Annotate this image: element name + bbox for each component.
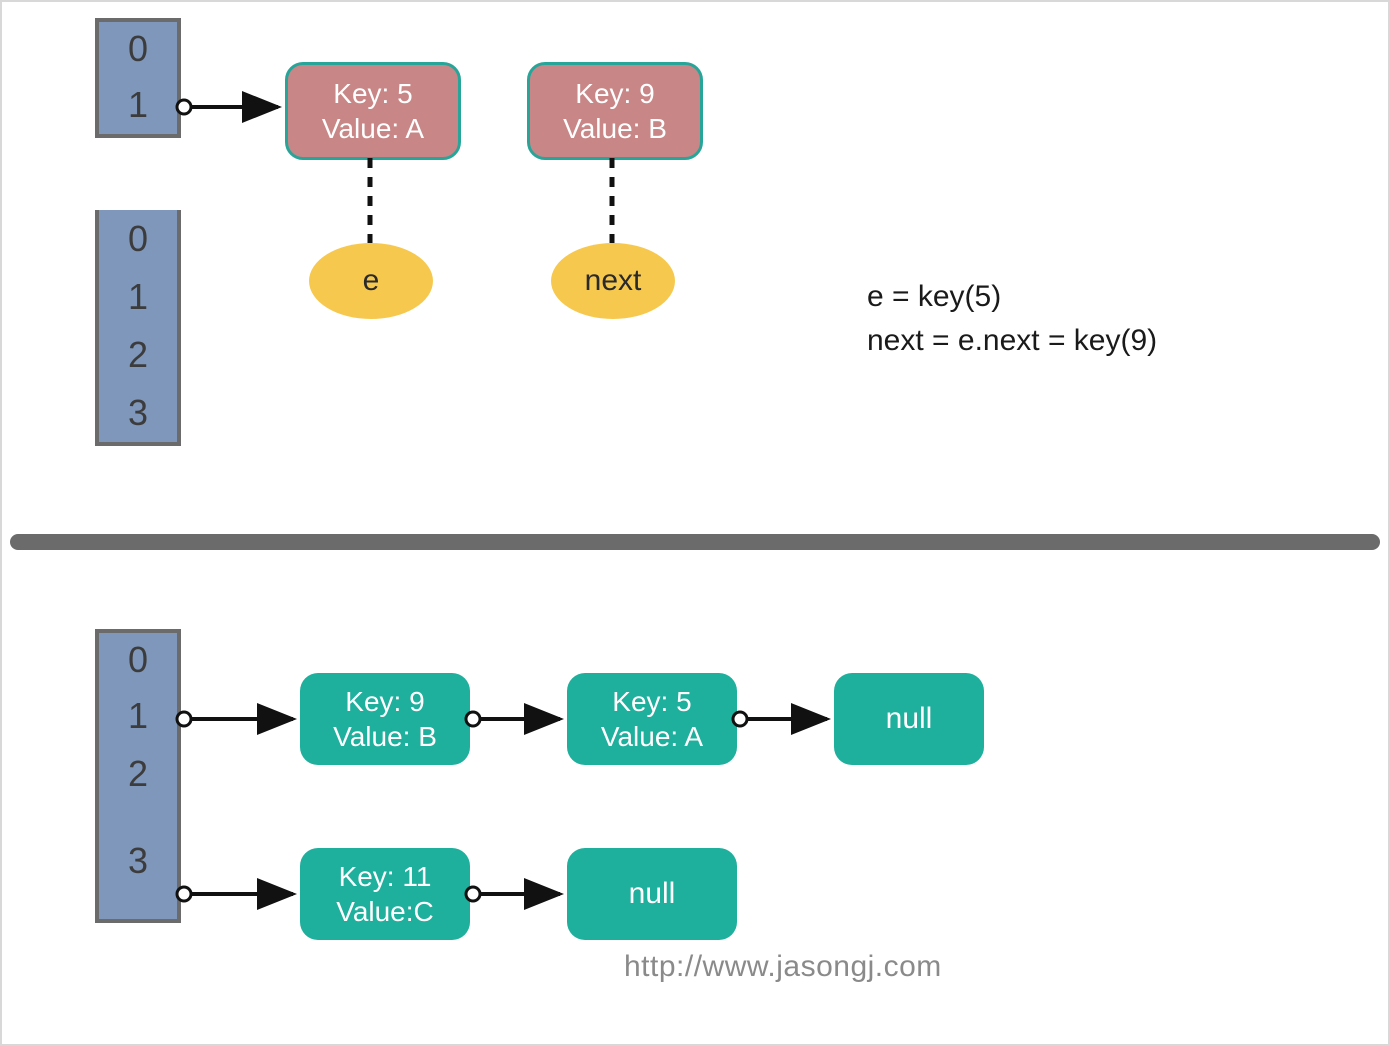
watermark-text: http://www.jasongj.com xyxy=(624,950,942,984)
top-small-array-cell-0: 0 xyxy=(95,18,181,80)
node-key-line: Key: 5 xyxy=(612,684,691,719)
bottom-array-cell-2: 2 xyxy=(95,745,181,807)
top-big-array-cell-3: 3 xyxy=(95,384,181,446)
top-node-key9: Key: 9 Value: B xyxy=(527,62,703,160)
bottom-row1-node-key9: Key: 9 Value: B xyxy=(300,673,470,765)
bottom-array-cell-0: 0 xyxy=(95,629,181,691)
bottom-array-cell-3: 3 xyxy=(95,803,181,923)
node-value-line: Value: B xyxy=(563,111,667,146)
top-small-array-cell-1: 1 xyxy=(95,76,181,138)
top-big-array-cell-2: 2 xyxy=(95,326,181,388)
oval-next: next xyxy=(551,243,675,319)
node-key-line: Key: 9 xyxy=(575,76,654,111)
annotation-line-1: e = key(5) xyxy=(867,275,1157,319)
bottom-row1-null: null xyxy=(834,673,984,765)
node-value-line: Value: B xyxy=(333,719,437,754)
top-big-array-cell-0: 0 xyxy=(95,210,181,272)
bottom-row3-null: null xyxy=(567,848,737,940)
top-big-array-cell-1: 1 xyxy=(95,268,181,330)
bottom-row3-node-key11: Key: 11 Value:C xyxy=(300,848,470,940)
node-value-line: Value: A xyxy=(601,719,703,754)
annotation-block: e = key(5) next = e.next = key(9) xyxy=(867,275,1157,362)
node-value-line: Value: A xyxy=(322,111,424,146)
node-value-line: Value:C xyxy=(336,894,434,929)
top-node-key5: Key: 5 Value: A xyxy=(285,62,461,160)
bottom-array-cell-1: 1 xyxy=(95,687,181,749)
node-key-line: Key: 9 xyxy=(345,684,424,719)
bottom-row1-node-key5: Key: 5 Value: A xyxy=(567,673,737,765)
node-key-line: Key: 5 xyxy=(333,76,412,111)
divider-bar xyxy=(10,534,1380,550)
diagram-stage: 0 1 0 1 2 3 Key: 5 Value: A Key: 9 Value… xyxy=(0,0,1390,1046)
oval-e: e xyxy=(309,243,433,319)
node-key-line: Key: 11 xyxy=(339,859,432,894)
annotation-line-2: next = e.next = key(9) xyxy=(867,319,1157,363)
